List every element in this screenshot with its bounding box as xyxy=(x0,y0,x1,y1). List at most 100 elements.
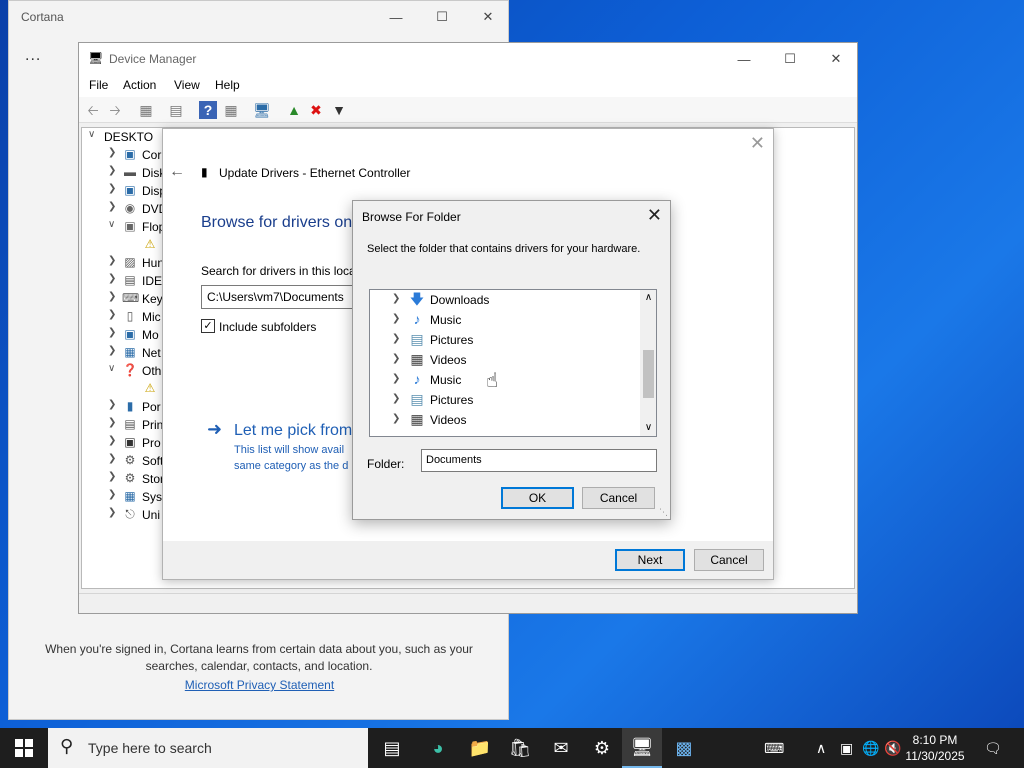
browse-cancel-button[interactable]: Cancel xyxy=(582,487,655,509)
network-globe-icon[interactable]: 🌐 xyxy=(862,728,879,768)
folder-tree-scrollbar[interactable]: ∧ ∨ xyxy=(640,290,656,436)
edge-icon[interactable]: ◕ xyxy=(418,728,458,768)
device-manager-taskbar-icon[interactable]: 🖥 xyxy=(622,728,662,768)
show-hidden-icons-chevron-icon[interactable]: ∧ xyxy=(816,728,826,768)
folder-input[interactable]: Documents xyxy=(421,449,657,472)
expand-icon[interactable]: ∨ xyxy=(88,129,95,140)
show-hide-tree-icon[interactable]: ▦ xyxy=(137,101,155,119)
chevron-right-icon[interactable]: ❯ xyxy=(108,183,116,194)
update-driver-icon[interactable]: ▲ xyxy=(285,101,303,119)
ports-icon: ▮ xyxy=(126,399,134,413)
download-icon: 🡇 xyxy=(409,291,425,307)
ok-button[interactable]: OK xyxy=(501,487,574,509)
scroll-down-icon[interactable]: ∨ xyxy=(640,420,656,436)
folder-item[interactable]: ❯ ▦ Videos xyxy=(370,410,640,430)
cortana-minimize-button[interactable]: — xyxy=(373,1,419,33)
chevron-right-icon[interactable]: ❯ xyxy=(108,291,116,302)
chevron-right-icon[interactable]: ❯ xyxy=(108,489,116,500)
include-subfolders-checkbox[interactable]: ✓ xyxy=(201,319,215,333)
app-window-icon[interactable]: ▩ xyxy=(664,728,704,768)
menu-file[interactable]: File xyxy=(89,78,108,92)
forward-icon[interactable]: 🡢 xyxy=(106,101,124,119)
folder-label: Folder: xyxy=(367,457,405,471)
chevron-right-icon[interactable]: ❯ xyxy=(108,417,116,428)
folder-item[interactable]: ❯ ♪ Music xyxy=(370,310,640,330)
cancel-button[interactable]: Cancel xyxy=(694,549,764,571)
scan-hardware-icon[interactable]: 🖥 xyxy=(253,101,271,119)
next-button[interactable]: Next xyxy=(615,549,685,571)
chevron-right-icon[interactable]: ❯ xyxy=(108,453,116,464)
menu-view[interactable]: View xyxy=(174,78,200,92)
folder-item[interactable]: ❯ ▤ Pictures xyxy=(370,390,640,410)
devmgr-minimize-button[interactable]: — xyxy=(721,43,767,75)
chevron-right-icon[interactable]: ❯ xyxy=(108,327,116,338)
properties-icon[interactable]: ▤ xyxy=(167,101,185,119)
start-button[interactable] xyxy=(0,728,48,768)
menu-action[interactable]: Action xyxy=(123,78,156,92)
devmgr-close-button[interactable]: ✕ xyxy=(813,43,859,75)
folder-tree: ❯ 🡇 Downloads ❯ ♪ Music ❯ ▤ Pictures ❯ ▦… xyxy=(369,289,657,437)
folder-item[interactable]: ❯ ▤ Pictures xyxy=(370,330,640,350)
store-icon[interactable]: 🛍 xyxy=(500,728,540,768)
download-driver-icon[interactable]: ▼ xyxy=(330,101,348,119)
folder-item[interactable]: ❯ ♪ Music xyxy=(370,370,640,390)
resize-grip-icon[interactable]: ⋱ xyxy=(659,507,668,518)
pick-from-list-link[interactable]: Let me pick from xyxy=(234,422,352,440)
device-manager-menubar: File Action View Help xyxy=(79,75,857,97)
clock[interactable]: 8:10 PM 11/30/2025 xyxy=(900,732,970,764)
chevron-right-icon[interactable]: ❯ xyxy=(108,345,116,356)
scroll-thumb[interactable] xyxy=(643,350,654,398)
chevron-right-icon[interactable]: ❯ xyxy=(392,393,400,404)
chevron-right-icon[interactable]: ❯ xyxy=(108,165,116,176)
folder-item[interactable]: ❯ ▦ Videos xyxy=(370,350,640,370)
chevron-down-icon[interactable]: ∨ xyxy=(108,363,115,374)
device-tray-icon[interactable]: ▣ xyxy=(840,728,853,768)
update-drivers-close-button[interactable]: ✕ xyxy=(750,133,765,154)
view-icon[interactable]: ▦ xyxy=(222,101,240,119)
settings-gear-icon[interactable]: ⚙ xyxy=(582,728,622,768)
clock-date: 11/30/2025 xyxy=(905,749,965,763)
file-explorer-icon[interactable]: 📁 xyxy=(460,728,500,768)
chevron-right-icon[interactable]: ❯ xyxy=(392,293,400,304)
uninstall-icon[interactable]: ✖ xyxy=(307,101,325,119)
privacy-statement-link[interactable]: Microsoft Privacy Statement xyxy=(9,678,510,692)
chevron-right-icon[interactable]: ❯ xyxy=(108,201,116,212)
back-icon[interactable]: 🡠 xyxy=(84,101,102,119)
taskbar: ⚲ Type here to search ▤ ◕ 📁 🛍 ✉ ⚙ 🖥 ▩ ⌨ … xyxy=(0,728,1024,768)
chevron-right-icon[interactable]: ❯ xyxy=(392,373,400,384)
chevron-right-icon[interactable]: ❯ xyxy=(392,353,400,364)
update-drivers-title: Update Drivers - Ethernet Controller xyxy=(219,166,411,180)
chevron-right-icon[interactable]: ❯ xyxy=(392,333,400,344)
chevron-right-icon[interactable]: ❯ xyxy=(108,309,116,320)
chevron-right-icon[interactable]: ❯ xyxy=(392,313,400,324)
include-subfolders-label[interactable]: Include subfolders xyxy=(219,320,316,334)
display-icon: ▣ xyxy=(124,183,136,197)
scroll-up-icon[interactable]: ∧ xyxy=(640,290,656,306)
chevron-right-icon[interactable]: ❯ xyxy=(108,399,116,410)
back-arrow-icon[interactable]: ← xyxy=(169,163,185,181)
chevron-right-icon[interactable]: ❯ xyxy=(108,435,116,446)
ide-icon: ▤ xyxy=(124,273,136,287)
keyboard-layout-icon[interactable]: ⌨ xyxy=(764,728,784,768)
devmgr-maximize-button[interactable]: ☐ xyxy=(767,43,813,75)
cortana-more-button[interactable]: ... xyxy=(25,47,41,65)
cortana-close-button[interactable]: ✕ xyxy=(465,1,511,33)
chevron-right-icon[interactable]: ❯ xyxy=(108,507,116,518)
volume-muted-icon[interactable]: 🔇 xyxy=(884,728,901,768)
cortana-maximize-button[interactable]: ☐ xyxy=(419,1,465,33)
chevron-right-icon[interactable]: ❯ xyxy=(392,413,400,424)
menu-help[interactable]: Help xyxy=(215,78,240,92)
task-view-icon[interactable]: ▤ xyxy=(372,728,412,768)
device-manager-icon: 🖥 xyxy=(88,51,104,65)
chevron-right-icon[interactable]: ❯ xyxy=(108,255,116,266)
chevron-right-icon[interactable]: ❯ xyxy=(108,147,116,158)
chevron-down-icon[interactable]: ∨ xyxy=(108,219,115,230)
chevron-right-icon[interactable]: ❯ xyxy=(108,471,116,482)
help-icon[interactable]: ? xyxy=(199,101,217,119)
mail-icon[interactable]: ✉ xyxy=(541,728,581,768)
browse-close-button[interactable]: ✕ xyxy=(647,205,662,226)
folder-item[interactable]: ❯ 🡇 Downloads xyxy=(370,290,640,310)
chevron-right-icon[interactable]: ❯ xyxy=(108,273,116,284)
notifications-icon[interactable]: 🗨 xyxy=(984,728,1002,768)
taskbar-search-box[interactable]: ⚲ Type here to search xyxy=(48,728,368,768)
